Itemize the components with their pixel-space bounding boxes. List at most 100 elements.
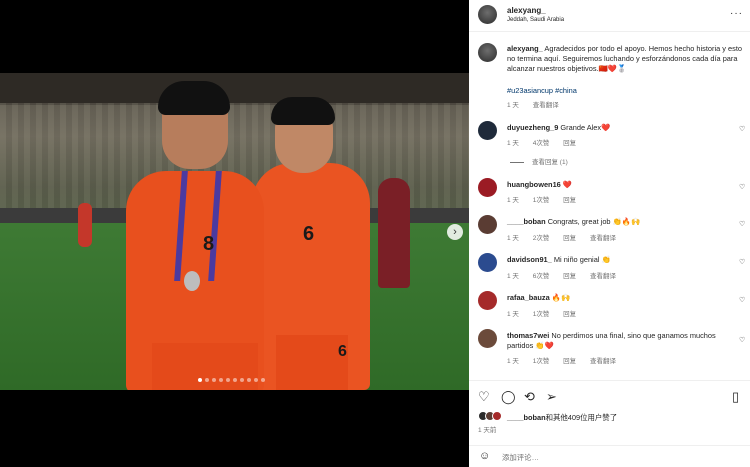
comment-likes[interactable]: 1次赞 <box>533 197 550 204</box>
comment-text: davidson91_ Mi niño genial 👏 <box>507 255 737 265</box>
comment-reply[interactable]: 回复 <box>563 197 576 204</box>
comment-translate[interactable]: 查看翻译 <box>590 235 616 242</box>
liker-avatar <box>492 411 502 421</box>
add-comment-bar: ☺ 添加评论… <box>469 445 750 467</box>
comment-username[interactable]: ____boban <box>507 217 546 226</box>
comment-meta: 1 天 1次赞 回复 查看翻译 <box>507 355 628 365</box>
comment-meta: 1 天 1次赞 回复 <box>507 194 588 204</box>
comment-meta: 1 天 2次赞 回复 查看翻译 <box>507 232 628 242</box>
view-replies-button[interactable]: 查看回复 (1) <box>510 156 568 166</box>
comment-username[interactable]: davidson91_ <box>507 255 552 264</box>
bookmark-icon[interactable]: ▯ <box>732 389 739 405</box>
caption-time[interactable]: 1 天 <box>507 102 519 109</box>
comment-time[interactable]: 1 天 <box>507 235 519 242</box>
player-left-shorts <box>152 343 258 390</box>
comment-text: thomas7wei No perdimos una final, sino q… <box>507 331 737 351</box>
player-right-number: 6 <box>303 223 315 245</box>
post-caption: alexyang_ Agradecidos por todo el apoyo.… <box>507 44 743 74</box>
player-left-number: 8 <box>203 233 215 255</box>
caption-text: Agradecidos por todo el apoyo. Hemos hec… <box>507 44 743 73</box>
comment-body: ❤️ <box>562 180 573 189</box>
comment-username[interactable]: huangbowen16 <box>507 180 561 189</box>
post-side-panel: alexyang_ Jeddah, Saudi Arabia ··· alexy… <box>469 0 750 467</box>
post-time[interactable]: 1 天前 <box>478 424 496 434</box>
player-right-shorts-number: 6 <box>338 343 347 360</box>
background-player <box>78 203 92 247</box>
comment-avatar[interactable] <box>478 121 497 140</box>
comment-reply[interactable]: 回复 <box>563 358 576 365</box>
comment-time[interactable]: 1 天 <box>507 273 519 280</box>
comment-time[interactable]: 1 天 <box>507 358 519 365</box>
comment-like-heart-icon[interactable]: ♡ <box>739 125 745 133</box>
comment-username[interactable]: duyuezheng_9 <box>507 123 558 132</box>
comment-avatar[interactable] <box>478 291 497 310</box>
instagram-post-viewer: 6 6 8 › alexyang_ Jeddah, Saudi Arabia ·… <box>0 0 750 467</box>
player-right-hair <box>271 97 335 125</box>
comment-text: ____boban Congrats, great job 👏🔥🙌 <box>507 217 737 227</box>
silver-medal <box>184 271 200 291</box>
likes-summary[interactable]: ____boban和其他409位用户赞了 <box>507 412 617 423</box>
comment-reply[interactable]: 回复 <box>563 273 576 280</box>
comment-avatar[interactable] <box>478 329 497 348</box>
comment-likes[interactable]: 6次赞 <box>533 273 550 280</box>
comment-reply[interactable]: 回复 <box>563 311 576 318</box>
comment-text: huangbowen16 ❤️ <box>507 180 737 190</box>
player-left-hair <box>158 81 230 115</box>
send-icon[interactable]: ➢ <box>546 389 557 405</box>
comment-likes[interactable]: 2次赞 <box>533 235 550 242</box>
background-official <box>378 178 410 288</box>
comment-username[interactable]: thomas7wei <box>507 331 549 340</box>
comment-time[interactable]: 1 天 <box>507 311 519 318</box>
post-photo[interactable]: 6 6 8 › <box>0 73 469 390</box>
caption-translate[interactable]: 查看翻译 <box>533 102 559 109</box>
comment-reply[interactable]: 回复 <box>563 235 576 242</box>
comment-time[interactable]: 1 天 <box>507 197 519 204</box>
comment-like-heart-icon[interactable]: ♡ <box>739 336 745 344</box>
next-arrow-icon[interactable]: › <box>447 224 463 240</box>
post-header: alexyang_ Jeddah, Saudi Arabia ··· <box>469 0 750 32</box>
post-location[interactable]: Jeddah, Saudi Arabia <box>507 17 564 23</box>
emoji-icon[interactable]: ☺ <box>479 450 490 462</box>
comment-meta: 1 天 1次赞 回复 <box>507 308 588 318</box>
comment-body: 🔥🙌 <box>551 293 571 302</box>
view-replies-label: 查看回复 (1) <box>532 159 568 166</box>
comment-like-heart-icon[interactable]: ♡ <box>739 220 745 228</box>
caption-meta: 1 天 查看翻译 <box>507 99 571 109</box>
comment-likes[interactable]: 1次赞 <box>533 311 550 318</box>
caption-username[interactable]: alexyang_ <box>507 44 543 53</box>
comment-likes[interactable]: 1次赞 <box>533 358 550 365</box>
comment-text: rafaa_bauza 🔥🙌 <box>507 293 737 303</box>
medal-ribbon <box>174 171 222 281</box>
comment-avatar[interactable] <box>478 215 497 234</box>
comment-like-heart-icon[interactable]: ♡ <box>739 183 745 191</box>
likes-user[interactable]: ____boban <box>507 413 546 422</box>
likes-rest: 和其他409位用户赞了 <box>545 413 618 422</box>
author-avatar[interactable] <box>478 5 497 24</box>
comment-likes[interactable]: 4次赞 <box>533 140 550 147</box>
post-actions: ♡ ◯ ⟲ ➢ ▯ ____boban和其他409位用户赞了 1 天前 <box>469 380 750 446</box>
comment-body: Mi niño genial 👏 <box>553 255 611 264</box>
caption-hashtags[interactable]: #u23asiancup #china <box>507 86 577 95</box>
comment-body: Congrats, great job 👏🔥🙌 <box>547 217 641 226</box>
heart-icon[interactable]: ♡ <box>478 389 490 405</box>
comment-translate[interactable]: 查看翻译 <box>590 358 616 365</box>
comment-like-heart-icon[interactable]: ♡ <box>739 258 745 266</box>
comment-avatar[interactable] <box>478 178 497 197</box>
caption-avatar[interactable] <box>478 43 497 62</box>
author-username[interactable]: alexyang_ <box>507 6 546 15</box>
comment-body: Grande Alex❤️ <box>560 123 611 132</box>
comment-icon[interactable]: ◯ <box>501 389 516 405</box>
comment-meta: 1 天 6次赞 回复 查看翻译 <box>507 270 628 280</box>
share-icon[interactable]: ⟲ <box>524 389 535 405</box>
add-comment-input[interactable]: 添加评论… <box>502 452 539 463</box>
comment-reply[interactable]: 回复 <box>563 140 576 147</box>
comment-time[interactable]: 1 天 <box>507 140 519 147</box>
comment-translate[interactable]: 查看翻译 <box>590 273 616 280</box>
comment-meta: 1 天 4次赞 回复 <box>507 137 588 147</box>
comment-like-heart-icon[interactable]: ♡ <box>739 296 745 304</box>
stadium-roof <box>0 73 469 105</box>
comment-username[interactable]: rafaa_bauza <box>507 293 550 302</box>
more-icon[interactable]: ··· <box>730 8 743 19</box>
carousel-dots <box>198 378 265 382</box>
comment-avatar[interactable] <box>478 253 497 272</box>
